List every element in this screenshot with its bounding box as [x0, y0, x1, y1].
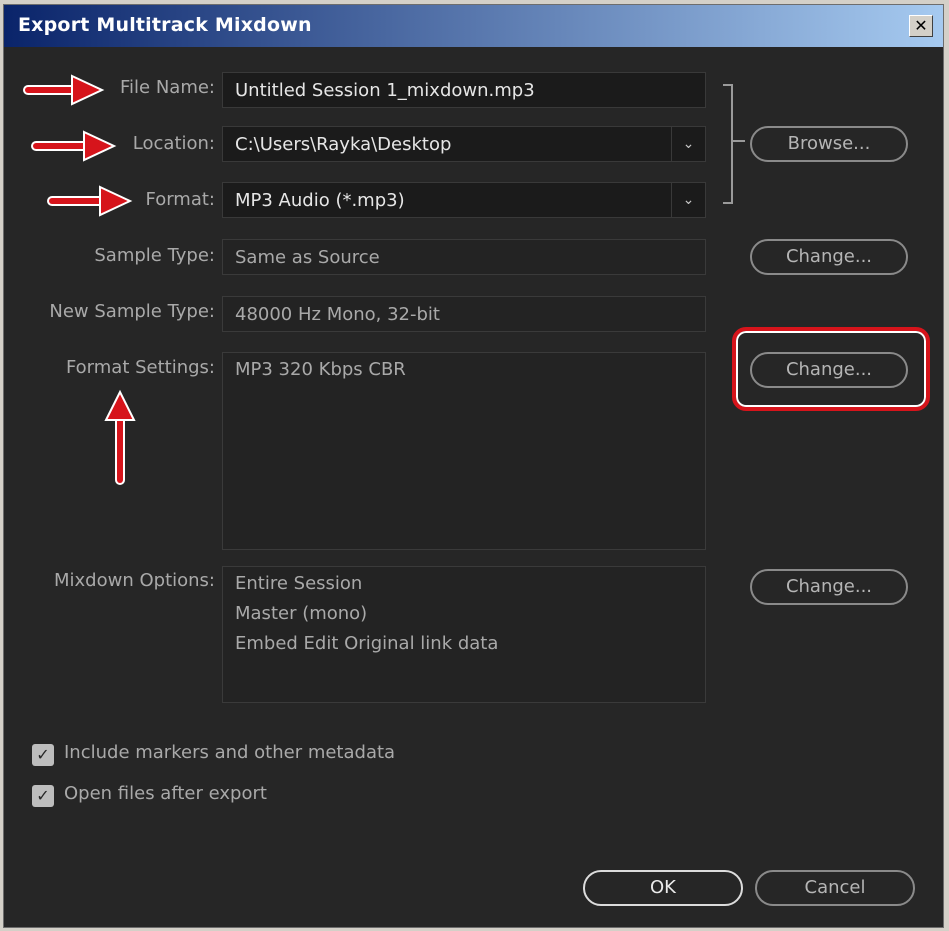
mixdown-options-box: Entire Session Master (mono) Embed Edit …: [222, 566, 706, 703]
include-markers-checkbox[interactable]: ✓: [32, 744, 54, 766]
format-value: MP3 Audio (*.mp3): [235, 190, 405, 211]
sample-type-value: Same as Source: [235, 247, 380, 268]
sample-type-label: Sample Type:: [94, 245, 215, 266]
location-dropdown[interactable]: C:\Users\Rayka\Desktop ⌄: [222, 126, 706, 162]
mixdown-options-label: Mixdown Options:: [54, 570, 215, 591]
dialog-title: Export Multitrack Mixdown: [18, 14, 312, 36]
browse-button[interactable]: Browse...: [750, 126, 908, 162]
ok-button[interactable]: OK: [583, 870, 743, 906]
location-value: C:\Users\Rayka\Desktop: [235, 134, 452, 155]
format-settings-value: MP3 320 Kbps CBR: [235, 359, 406, 380]
change-sample-type-button[interactable]: Change...: [750, 239, 908, 275]
sample-type-field: Same as Source: [222, 239, 706, 275]
new-sample-type-label: New Sample Type:: [49, 301, 215, 322]
open-files-label[interactable]: Open files after export: [64, 783, 267, 804]
file-name-value: Untitled Session 1_mixdown.mp3: [235, 80, 535, 101]
file-name-input[interactable]: Untitled Session 1_mixdown.mp3: [222, 72, 706, 108]
open-files-checkbox[interactable]: ✓: [32, 785, 54, 807]
format-label: Format:: [145, 189, 216, 210]
new-sample-type-field: 48000 Hz Mono, 32-bit: [222, 296, 706, 332]
format-dropdown[interactable]: MP3 Audio (*.mp3) ⌄: [222, 182, 706, 218]
file-group-bracket: [723, 84, 733, 204]
format-settings-box: MP3 320 Kbps CBR: [222, 352, 706, 550]
close-icon: ✕: [914, 16, 928, 35]
include-markers-label[interactable]: Include markers and other metadata: [64, 742, 395, 763]
file-group-bracket-tick: [733, 140, 745, 142]
new-sample-type-value: 48000 Hz Mono, 32-bit: [235, 304, 440, 325]
cancel-button[interactable]: Cancel: [755, 870, 915, 906]
chevron-down-icon[interactable]: ⌄: [671, 127, 705, 161]
chevron-down-icon[interactable]: ⌄: [671, 183, 705, 217]
format-settings-label: Format Settings:: [65, 357, 215, 378]
change-format-highlight: [732, 327, 930, 411]
file-name-label: File Name:: [119, 77, 215, 98]
close-button[interactable]: ✕: [909, 15, 933, 37]
change-mixdown-options-button[interactable]: Change...: [750, 569, 908, 605]
title-bar: Export Multitrack Mixdown ✕: [4, 5, 943, 47]
mixdown-options-value: Entire Session Master (mono) Embed Edit …: [235, 573, 499, 654]
location-label: Location:: [132, 133, 215, 154]
